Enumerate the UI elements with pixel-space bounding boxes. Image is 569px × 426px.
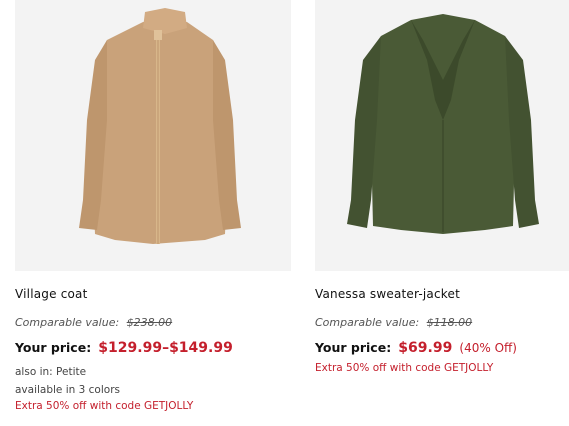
product-image-vanessa-sweater-jacket[interactable] bbox=[315, 0, 569, 271]
product-image-village-coat[interactable] bbox=[15, 0, 291, 271]
your-price-label: Your price: bbox=[15, 340, 92, 355]
product-card-village-coat[interactable]: Village coat Comparable value: $238.00 Y… bbox=[15, 0, 291, 412]
comparable-price: $238.00 bbox=[126, 316, 173, 329]
also-in-link[interactable]: also in: Petite bbox=[15, 366, 86, 378]
coat-illustration bbox=[79, 8, 241, 244]
product-name[interactable]: Village coat bbox=[15, 287, 88, 301]
your-price-label: Your price: bbox=[315, 340, 392, 355]
discount-badge: (40% Off) bbox=[459, 341, 517, 355]
available-colors: available in 3 colors bbox=[15, 384, 120, 396]
promo-text: Extra 50% off with code GETJOLLY bbox=[15, 400, 194, 412]
sweater-jacket-illustration bbox=[347, 14, 539, 234]
comparable-value: Comparable value: $238.00 bbox=[15, 316, 172, 329]
product-card-vanessa-sweater-jacket[interactable]: Vanessa sweater-jacket Comparable value:… bbox=[315, 0, 569, 374]
your-price: Your price: $69.99 (40% Off) bbox=[315, 337, 517, 356]
comparable-label: Comparable value: bbox=[315, 316, 420, 329]
comparable-value: Comparable value: $118.00 bbox=[315, 316, 472, 329]
your-price: Your price: $129.99–$149.99 bbox=[15, 337, 233, 356]
price: $69.99 bbox=[398, 340, 453, 356]
promo-text: Extra 50% off with code GETJOLLY bbox=[315, 362, 494, 374]
product-name[interactable]: Vanessa sweater-jacket bbox=[315, 287, 460, 301]
comparable-label: Comparable value: bbox=[15, 316, 120, 329]
price-range: $129.99–$149.99 bbox=[98, 340, 233, 356]
comparable-price: $118.00 bbox=[426, 316, 473, 329]
